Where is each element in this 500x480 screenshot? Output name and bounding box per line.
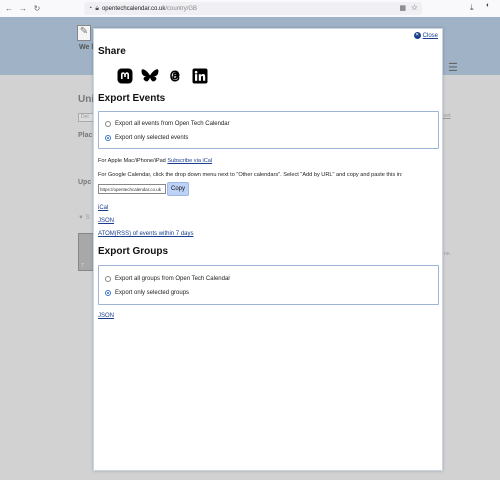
forward-icon[interactable]: → <box>16 4 30 13</box>
linkedin-icon[interactable] <box>191 67 209 85</box>
ical-link[interactable]: iCal <box>98 205 108 211</box>
mastodon-icon[interactable] <box>116 67 134 85</box>
background-side-text: ne. <box>444 251 451 257</box>
background-filter-link: ▼ S <box>78 215 90 221</box>
extensions-icon[interactable]: ◐ <box>486 2 500 14</box>
radio-export-selected-events[interactable] <box>105 135 111 141</box>
share-heading: Share <box>98 46 126 57</box>
copy-button[interactable]: Copy <box>167 182 189 196</box>
close-label: Close <box>422 32 438 39</box>
lock-icon: 🔒︎ <box>95 4 99 12</box>
export-all-events-option[interactable]: Export all events from Open Tech Calenda… <box>105 121 230 127</box>
social-share-buttons <box>116 67 209 85</box>
back-icon[interactable]: ← <box>2 4 16 13</box>
export-all-events-label: Export all events from Open Tech Calenda… <box>115 121 230 127</box>
menu-icon: ☰ <box>448 62 458 74</box>
browser-toolbar: ← → ↻ ◔ 🔒︎ opentechcalendar.co.uk/countr… <box>0 0 500 17</box>
export-all-groups-option[interactable]: Export all groups from Open Tech Calenda… <box>105 276 230 282</box>
background-export-link: port <box>442 113 451 119</box>
site-tagline: We l <box>79 44 94 51</box>
radio-export-all-groups[interactable] <box>105 276 111 282</box>
site-logo-icon: ✎ <box>77 25 91 41</box>
threads-icon[interactable] <box>166 67 184 85</box>
background-heading: Uni <box>78 94 95 105</box>
apple-text: For Apple Mac/iPhone/iPad <box>98 158 166 164</box>
share-export-modal: ✕ Close Share Export Events Export all e… <box>93 28 443 471</box>
url-path: /country/GB <box>165 5 198 12</box>
shield-icon: ◔ <box>88 5 93 12</box>
bookmark-star-icon[interactable]: ☆ <box>411 3 418 12</box>
export-events-options: Export all events from Open Tech Calenda… <box>98 111 439 149</box>
export-selected-groups-option[interactable]: Export only selected groups <box>105 290 189 296</box>
close-button[interactable]: ✕ Close <box>413 32 438 39</box>
reload-icon[interactable]: ↻ <box>30 4 44 13</box>
json-events-link[interactable]: JSON <box>98 218 114 224</box>
background-event-card: 7 <box>78 233 94 271</box>
qr-code-icon[interactable]: ▦ <box>399 4 406 12</box>
radio-export-selected-groups[interactable] <box>105 290 111 296</box>
radio-export-all-events[interactable] <box>105 121 111 127</box>
close-icon: ✕ <box>413 32 421 39</box>
background-card-label: 7 <box>81 263 84 269</box>
bluesky-icon[interactable] <box>141 67 159 85</box>
calendar-url-input[interactable] <box>98 184 166 194</box>
export-events-heading: Export Events <box>98 93 166 104</box>
background-upcoming-label: Upc <box>78 179 92 186</box>
json-groups-link[interactable]: JSON <box>98 313 114 319</box>
export-selected-groups-label: Export only selected groups <box>115 290 190 296</box>
subscribe-ical-link[interactable]: Subscribe via iCal <box>167 158 212 164</box>
google-instructions: For Google Calendar, click the drop down… <box>98 172 403 178</box>
atom-rss-link[interactable]: ATOM(RSS) of events within 7 days <box>98 231 193 237</box>
download-icon[interactable]: ⤓ <box>470 3 474 13</box>
export-selected-events-label: Export only selected events <box>115 135 189 141</box>
export-selected-events-option[interactable]: Export only selected events <box>105 135 188 141</box>
background-places-label: Plac <box>78 132 93 139</box>
export-groups-heading: Export Groups <box>98 246 169 257</box>
address-bar[interactable]: ◔ 🔒︎ opentechcalendar.co.uk/country/GB ▦… <box>84 2 422 15</box>
url-host: opentechcalendar.co.uk <box>101 5 166 12</box>
apple-instructions: For Apple Mac/iPhone/iPad Subscribe via … <box>98 158 212 164</box>
export-all-groups-label: Export all groups from Open Tech Calenda… <box>115 276 231 282</box>
background-filter-label: S <box>85 215 90 221</box>
export-groups-options: Export all groups from Open Tech Calenda… <box>98 265 439 305</box>
